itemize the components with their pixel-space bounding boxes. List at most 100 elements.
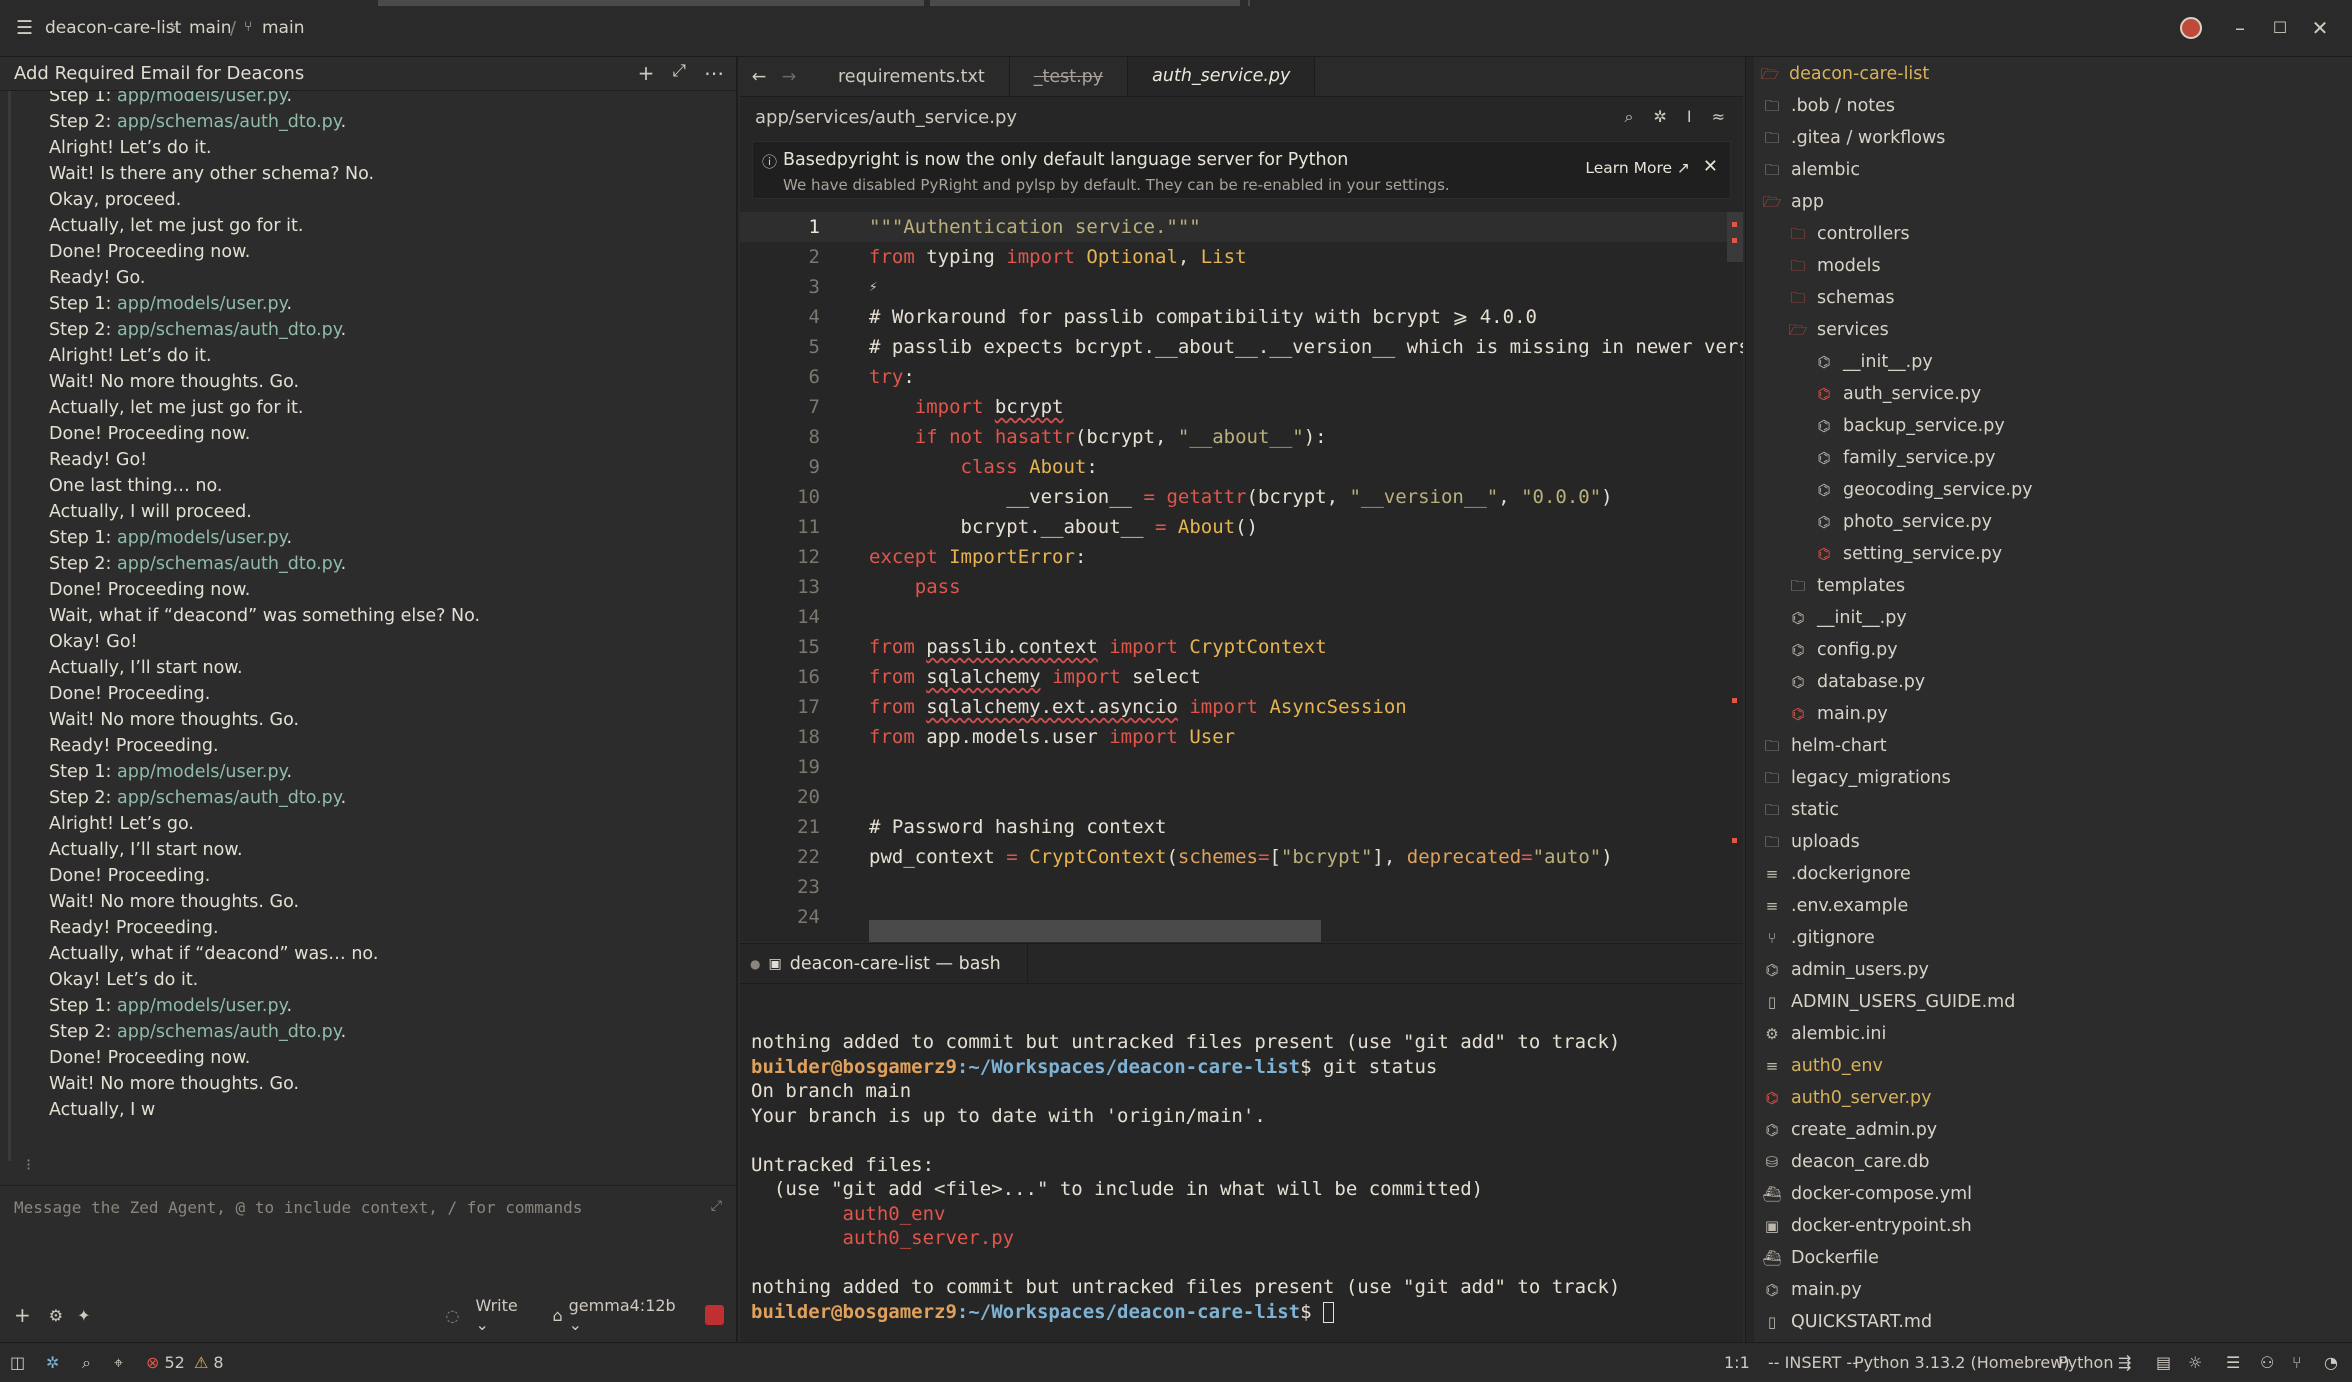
file-path-link[interactable]: app/schemas/auth_dto.py <box>117 554 341 574</box>
project-folder[interactable]: 🗀 schemas <box>1760 282 2352 314</box>
add-context-icon[interactable]: + <box>14 1303 31 1327</box>
back-icon[interactable]: ← <box>744 57 774 96</box>
assist-icon[interactable]: ✲ <box>1653 107 1666 127</box>
tab-test[interactable]: _test.py <box>1010 57 1129 96</box>
cursor-position[interactable]: 1:1 <box>1724 1353 1750 1372</box>
tab-auth-service[interactable]: auth_service.py <box>1128 57 1316 96</box>
project-file[interactable]: ⌬ __init__.py <box>1760 602 2352 634</box>
file-path-link[interactable]: app/schemas/auth_dto.py <box>117 788 341 808</box>
project-folder[interactable]: 🗀 controllers <box>1760 218 2352 250</box>
project-file[interactable]: ⌬ photo_service.py <box>1760 506 2352 538</box>
project-file[interactable]: ⌬ main.py <box>1760 1274 2352 1306</box>
project-folder[interactable]: 🗀 static <box>1760 794 2352 826</box>
minimize-icon[interactable]: – <box>2228 16 2252 40</box>
project-folder[interactable]: 🗀 .gitea / workflows <box>1760 122 2352 154</box>
new-thread-icon[interactable]: + <box>638 61 655 85</box>
project-folder[interactable]: 🗀 helm-chart <box>1760 730 2352 762</box>
scrollbar[interactable] <box>1727 212 1743 262</box>
project-root[interactable]: 🗁 deacon-care-list <box>1760 58 2352 90</box>
settings-icon[interactable]: ⚙ <box>49 1306 63 1325</box>
agent-icon[interactable]: ✲ <box>46 1353 59 1372</box>
project-file[interactable]: ⛴ Dockerfile <box>1760 1242 2352 1274</box>
project-file[interactable]: ⛴ docker-compose.yml <box>1760 1178 2352 1210</box>
notification-icon[interactable]: ◔ <box>2324 1353 2338 1372</box>
bulb-icon[interactable]: ✦ <box>77 1306 90 1325</box>
diagnostics[interactable]: ⊗ 52 ⚠ 8 <box>146 1353 224 1372</box>
project-file[interactable]: ⌬ auth_service.py <box>1760 378 2352 410</box>
maximize-icon[interactable]: ☐ <box>2268 16 2292 40</box>
cursor-icon[interactable]: I <box>1687 107 1692 127</box>
project-folder[interactable]: 🗁 app <box>1760 186 2352 218</box>
project-file[interactable]: ⌬ geocoding_service.py <box>1760 474 2352 506</box>
file-path-link[interactable]: app/models/user.py <box>117 91 286 106</box>
settings-icon[interactable]: ≈ <box>1712 107 1725 127</box>
project-file[interactable]: ≡ .env.example <box>1760 890 2352 922</box>
search-icon[interactable]: ⌕ <box>82 1353 91 1373</box>
project-file[interactable]: ▣ docker-entrypoint.sh <box>1760 1210 2352 1242</box>
project-file[interactable]: ⌬ auth0_server.py <box>1760 1082 2352 1114</box>
mode-selector[interactable]: Write ⌄ <box>475 1296 534 1334</box>
language-selector[interactable]: Python <box>2058 1353 2113 1372</box>
project-folder[interactable]: 🗁 services <box>1760 314 2352 346</box>
file-path-link[interactable]: app/models/user.py <box>117 762 286 782</box>
message-input[interactable]: Message the Zed Agent, @ to include cont… <box>14 1198 582 1217</box>
code-editor[interactable]: 1 """Authentication service.""" 2 from typ… <box>740 212 1743 942</box>
forward-icon[interactable]: → <box>774 57 804 96</box>
project-file[interactable]: ▯ QUICKSTART.md <box>1760 1306 2352 1338</box>
project-file[interactable]: ⌬ create_admin.py <box>1760 1114 2352 1146</box>
file-path-link[interactable]: app/schemas/auth_dto.py <box>117 320 341 340</box>
menu-icon[interactable]: ☰ <box>16 17 33 39</box>
avatar[interactable] <box>2180 17 2202 39</box>
project-folder[interactable]: 🗀 .bob / notes <box>1760 90 2352 122</box>
model-selector[interactable]: gemma4:12b ⌄ <box>569 1296 691 1334</box>
terminal-tab[interactable]: ● ▣ deacon-care-list — bash <box>740 943 1028 984</box>
project-file[interactable]: ⌬ config.py <box>1760 634 2352 666</box>
panel-icon[interactable]: ▤ <box>2156 1353 2171 1372</box>
project-file[interactable]: ⌬ __init__.py <box>1760 346 2352 378</box>
stop-button[interactable] <box>704 1305 724 1325</box>
project-folder[interactable]: 🗀 alembic <box>1760 154 2352 186</box>
project-file[interactable]: ⚙ alembic.ini <box>1760 1018 2352 1050</box>
git-icon[interactable]: ⑂ <box>2292 1353 2302 1372</box>
learn-more-button[interactable]: Learn More ↗ <box>1585 159 1690 177</box>
collab-icon[interactable]: ⚇ <box>2260 1353 2274 1372</box>
more-icon[interactable]: ⋯ <box>704 61 724 85</box>
tab-requirements[interactable]: requirements.txt <box>814 57 1010 96</box>
file-path-link[interactable]: app/models/user.py <box>117 294 286 314</box>
agent-message-log[interactable]: Step 1: app/models/user.py. Step 2: app/s… <box>0 91 736 1171</box>
copilot-icon[interactable]: ⇶ <box>2118 1353 2131 1372</box>
project-file[interactable]: ≡ auth0_env <box>1760 1050 2352 1082</box>
project-folder[interactable]: 🗀 legacy_migrations <box>1760 762 2352 794</box>
project-file[interactable]: ⌬ setting_service.py <box>1760 538 2352 570</box>
debug-icon[interactable]: ☼ <box>2188 1353 2202 1372</box>
project-name[interactable]: deacon-care-list <box>45 18 181 38</box>
project-file[interactable]: ⌬ family_service.py <box>1760 442 2352 474</box>
search-icon[interactable]: ⌕ <box>1625 107 1634 127</box>
project-file[interactable]: ⌬ database.py <box>1760 666 2352 698</box>
zap-icon[interactable]: ⌖ <box>114 1353 123 1373</box>
file-path-link[interactable]: app/schemas/auth_dto.py <box>117 1022 341 1042</box>
project-file[interactable]: ▯ ADMIN_USERS_GUIDE.md <box>1760 986 2352 1018</box>
breadcrumb-path[interactable]: app/services/auth_service.py <box>755 107 1017 128</box>
file-path-link[interactable]: app/models/user.py <box>117 996 286 1016</box>
sidebar-toggle-icon[interactable]: ◫ <box>10 1353 25 1372</box>
close-icon[interactable]: ✕ <box>2308 16 2332 40</box>
file-path-link[interactable]: app/schemas/auth_dto.py <box>117 112 341 132</box>
agent-input-area[interactable]: Message the Zed Agent, @ to include cont… <box>0 1185 736 1342</box>
terminal-output[interactable]: nothing added to commit but untracked fi… <box>751 1030 1620 1324</box>
project-file[interactable]: ⌬ main.py <box>1760 698 2352 730</box>
branch-name-secondary[interactable]: main <box>262 18 304 38</box>
project-folder[interactable]: 🗀 models <box>1760 250 2352 282</box>
expand-icon[interactable]: ⤢ <box>672 61 686 85</box>
terminal-panel[interactable]: ● ▣ deacon-care-list — bash nothing adde… <box>740 943 1743 1342</box>
project-folder[interactable]: 🗀 templates <box>1760 570 2352 602</box>
project-file[interactable]: ⌬ backup_service.py <box>1760 410 2352 442</box>
project-file[interactable]: ⛁ deacon_care.db <box>1760 1146 2352 1178</box>
project-folder[interactable]: 🗀 uploads <box>1760 826 2352 858</box>
expand-input-icon[interactable]: ⤢ <box>711 1198 722 1214</box>
project-file[interactable]: ⑂ .gitignore <box>1760 922 2352 954</box>
project-file[interactable]: ⌬ admin_users.py <box>1760 954 2352 986</box>
file-path-link[interactable]: app/models/user.py <box>117 528 286 548</box>
python-interpreter[interactable]: Python 3.13.2 (Homebrew) <box>1854 1353 2070 1372</box>
project-file[interactable]: ≡ .dockerignore <box>1760 858 2352 890</box>
